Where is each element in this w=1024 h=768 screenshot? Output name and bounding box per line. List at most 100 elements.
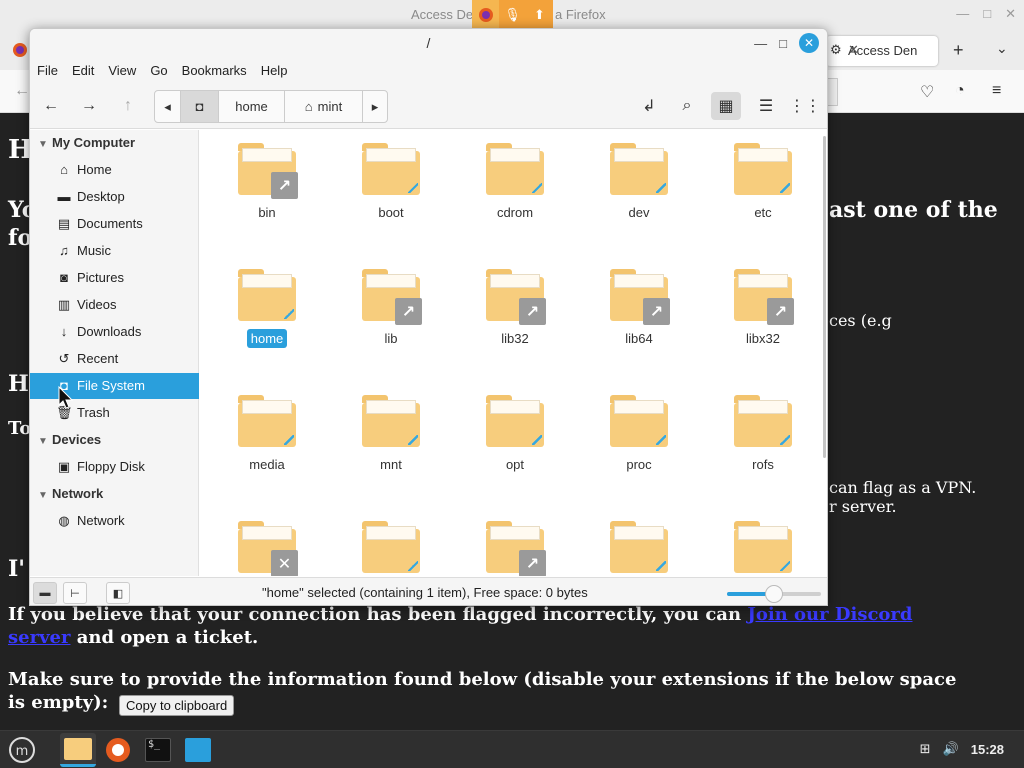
folder-item[interactable]: media <box>212 382 322 492</box>
mouse-cursor-icon <box>58 386 74 409</box>
search-icon[interactable]: ⌕ <box>672 92 702 120</box>
folder-label: media <box>212 457 322 472</box>
folder-icon <box>734 521 792 573</box>
close-button[interactable]: ✕ <box>1005 6 1016 22</box>
folder-item[interactable]: home <box>212 256 322 366</box>
path-left-arrow-icon[interactable]: ◂ <box>155 91 181 122</box>
folder-item[interactable]: ↗ <box>460 508 570 576</box>
folder-item[interactable]: ↗ lib64 <box>584 256 694 366</box>
compact-view-icon[interactable]: ⋮⋮ <box>789 92 821 120</box>
folder-item[interactable]: ↗ lib <box>336 256 446 366</box>
copy-to-clipboard-button[interactable]: Copy to clipboard <box>119 695 235 716</box>
sidebar-item-recent[interactable]: ↺ Recent <box>30 346 199 372</box>
menu-go[interactable]: Go <box>143 59 174 83</box>
section-my-computer[interactable]: ▼ My Computer <box>38 135 135 150</box>
folder-label: lib32 <box>460 331 570 346</box>
network-icon[interactable]: ⊞ <box>920 741 931 757</box>
sidebar-item-label: Floppy Disk <box>77 459 145 474</box>
menu-edit[interactable]: Edit <box>65 59 101 83</box>
sidebar-item-downloads[interactable]: ↓ Downloads <box>30 319 199 345</box>
discord-link[interactable]: Join our Discord <box>747 604 912 625</box>
menu-view[interactable]: View <box>101 59 143 83</box>
expander-icon: ▼ <box>38 490 48 501</box>
sidebar-item-label: Desktop <box>77 189 125 204</box>
folder-item[interactable]: proc <box>584 382 694 492</box>
sidebar-item-file-system[interactable]: ◘ File System <box>30 373 199 399</box>
back-icon[interactable]: ← <box>14 82 30 100</box>
zoom-slider[interactable] <box>727 585 821 603</box>
menu-icon[interactable]: ≡ <box>992 82 1001 100</box>
tab-close-icon[interactable]: ✕ <box>848 42 930 58</box>
section-network[interactable]: ▼ Network <box>38 486 103 501</box>
show-places-icon[interactable]: ▬ <box>33 582 57 604</box>
folder-icon <box>486 395 544 447</box>
sidebar-item-floppy-disk[interactable]: ▣ Floppy Disk <box>30 454 199 480</box>
forward-icon[interactable]: → <box>74 92 104 120</box>
sidebar-item-network[interactable]: ◍ Network <box>30 508 199 534</box>
sidebar-item-trash[interactable]: 🗑 Trash <box>30 400 199 426</box>
folder-item[interactable]: ↗ lib32 <box>460 256 570 366</box>
pocket-icon[interactable]: ♡ <box>920 82 934 102</box>
tab-list-button[interactable]: ⌄ <box>996 40 1008 57</box>
folder-item[interactable]: cdrom <box>460 130 570 240</box>
screen-recording-indicator[interactable]: 🎙 ⬆ <box>472 0 554 30</box>
maximize-icon[interactable]: □ <box>779 36 787 51</box>
folder-item[interactable]: boot <box>336 130 446 240</box>
sidebar-item-desktop[interactable]: ▬ Desktop <box>30 184 199 210</box>
close-icon[interactable]: ✕ <box>799 33 819 53</box>
account-icon[interactable]: ◔ <box>955 82 965 100</box>
sidebar-item-pictures[interactable]: ◙ Pictures <box>30 265 199 291</box>
zoom-slider-handle[interactable] <box>765 585 783 603</box>
hide-sidebar-icon[interactable]: ◧ <box>106 582 130 604</box>
minimize-button[interactable]: — <box>956 6 969 22</box>
folder-item[interactable]: etc <box>708 130 818 240</box>
sidebar-item-label: Trash <box>77 405 110 420</box>
path-segment-mint[interactable]: ⌂ mint <box>285 91 363 122</box>
path-right-arrow-icon[interactable]: ▸ <box>363 91 387 122</box>
icon-view-icon[interactable]: ▦ <box>711 92 741 120</box>
terminal-taskbar-icon[interactable]: $_ <box>140 733 176 767</box>
folder-item[interactable]: mnt <box>336 382 446 492</box>
menu-help[interactable]: Help <box>254 59 295 83</box>
back-icon[interactable]: ← <box>36 92 66 120</box>
mint-menu-icon[interactable]: m <box>4 733 40 767</box>
folder-item[interactable] <box>584 508 694 576</box>
discord-link-2[interactable]: server <box>8 627 70 648</box>
up-icon[interactable]: ↑ <box>113 92 143 120</box>
sidebar-item-music[interactable]: ♫ Music <box>30 238 199 264</box>
minimize-icon[interactable]: — <box>754 36 767 51</box>
window-titlebar[interactable]: / — □ ✕ <box>30 29 827 59</box>
sidebar-item-documents[interactable]: ▤ Documents <box>30 211 199 237</box>
system-monitor-taskbar-icon[interactable] <box>180 733 216 767</box>
list-view-icon[interactable]: ☰ <box>751 92 781 120</box>
folder-item[interactable]: rofs <box>708 382 818 492</box>
firefox-taskbar-icon[interactable] <box>100 733 136 767</box>
folder-item[interactable]: ↗ libx32 <box>708 256 818 366</box>
clock[interactable]: 15:28 <box>971 742 1004 757</box>
menu-file[interactable]: File <box>30 59 65 83</box>
folder-item[interactable]: ✕ <box>212 508 322 576</box>
sidebar-item-home[interactable]: ⌂ Home <box>30 157 199 183</box>
path-segment-home[interactable]: home <box>219 91 285 122</box>
maximize-button[interactable]: □ <box>983 6 991 22</box>
show-treeview-icon[interactable]: ⊢ <box>63 582 87 604</box>
sidebar-item-videos[interactable]: ▥ Videos <box>30 292 199 318</box>
unreadable-emblem-icon: ✕ <box>271 550 298 576</box>
folder-item[interactable]: dev <box>584 130 694 240</box>
path-root-drive-icon[interactable]: ◘ <box>181 91 219 122</box>
scrollbar[interactable] <box>823 136 826 458</box>
files-taskbar-icon[interactable] <box>60 733 96 767</box>
folder-item[interactable] <box>336 508 446 576</box>
browser-tab[interactable]: ⚙ Access Den ✕ <box>826 36 938 66</box>
sidebar: ▼ My Computer ⌂ Home ▬ Desktop ▤ Documents ♫… <box>30 130 199 576</box>
path-bar: ◂ ◘ home ⌂ mint ▸ <box>154 90 388 123</box>
new-tab-button[interactable]: + <box>953 40 964 61</box>
folder-item[interactable] <box>708 508 818 576</box>
section-devices[interactable]: ▼ Devices <box>38 432 101 447</box>
menu-bookmarks[interactable]: Bookmarks <box>175 59 254 83</box>
folder-item[interactable]: opt <box>460 382 570 492</box>
toggle-location-icon[interactable]: ↲ <box>634 92 664 120</box>
folder-item[interactable]: ↗ bin <box>212 130 322 240</box>
section-label: My Computer <box>52 135 136 150</box>
volume-icon[interactable]: 🔊 <box>943 741 959 757</box>
